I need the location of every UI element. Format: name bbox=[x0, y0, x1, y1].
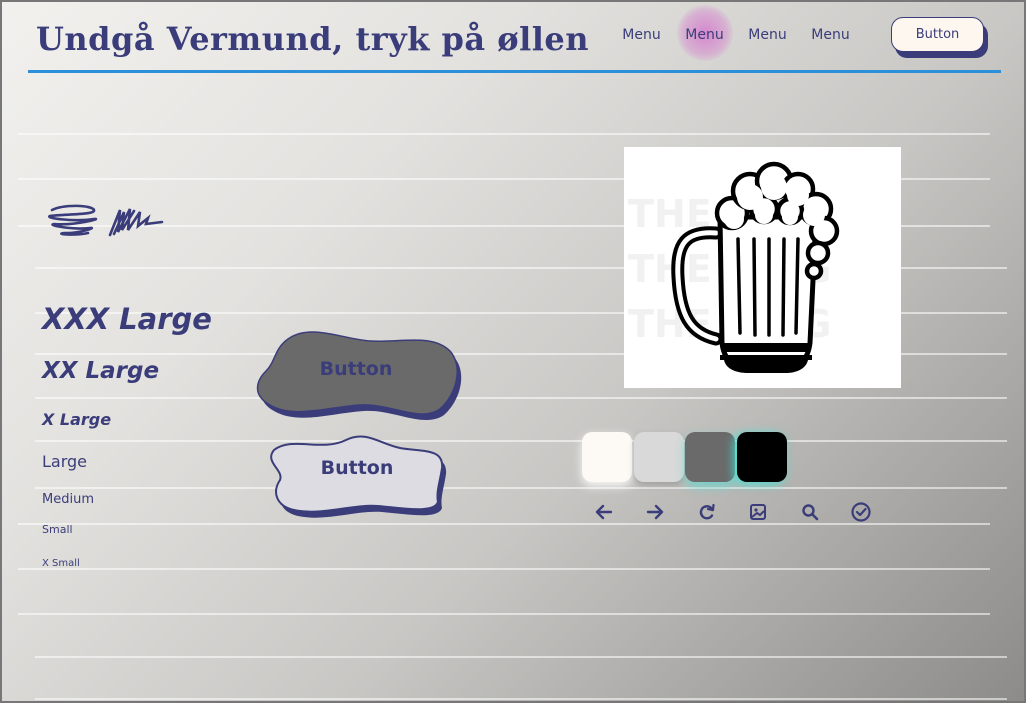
background-line bbox=[35, 698, 1007, 700]
outline-button-label: Button bbox=[320, 457, 394, 479]
nav-label: Menu bbox=[622, 27, 661, 43]
scribble-decoration bbox=[48, 204, 164, 237]
background-line bbox=[35, 397, 1007, 399]
text-xx-large: XX Large bbox=[42, 358, 160, 384]
color-palette bbox=[582, 432, 788, 482]
background-line bbox=[18, 133, 990, 135]
swatch-light-gray bbox=[633, 432, 684, 482]
arrow-left-icon[interactable] bbox=[578, 499, 630, 525]
nav-label: Menu bbox=[811, 27, 850, 43]
outline-blob-button[interactable]: Button bbox=[262, 430, 452, 522]
nav-item-2[interactable]: Menu bbox=[673, 5, 736, 61]
nav-item-3[interactable]: Menu bbox=[736, 27, 799, 43]
top-nav: Menu Menu Menu Menu bbox=[610, 5, 862, 61]
filled-blob-button[interactable]: Button bbox=[250, 325, 462, 420]
image-icon[interactable] bbox=[733, 499, 785, 525]
text-small: Small bbox=[42, 523, 73, 536]
check-circle-icon[interactable] bbox=[836, 499, 888, 525]
beer-mug-image: THE KING THE KING THE KING bbox=[624, 147, 901, 388]
nav-label: Menu bbox=[685, 27, 724, 43]
text-medium: Medium bbox=[42, 492, 94, 507]
header-button[interactable]: Button bbox=[891, 17, 984, 52]
icon-toolbar bbox=[578, 499, 887, 525]
arrow-right-icon[interactable] bbox=[630, 499, 682, 525]
swatch-gray bbox=[685, 432, 735, 482]
background-line bbox=[35, 656, 1007, 658]
text-large: Large bbox=[42, 452, 88, 471]
beer-mug-icon: THE KING THE KING THE KING bbox=[628, 161, 840, 373]
nav-item-4[interactable]: Menu bbox=[799, 27, 862, 43]
nav-label: Menu bbox=[748, 27, 787, 43]
background-line bbox=[35, 487, 1007, 489]
swatch-cream bbox=[582, 432, 632, 482]
search-icon[interactable] bbox=[784, 499, 836, 525]
background-line bbox=[18, 568, 990, 570]
text-x-small: X Small bbox=[42, 558, 80, 569]
filled-button-label: Button bbox=[319, 358, 393, 380]
refresh-icon[interactable] bbox=[681, 499, 733, 525]
nav-item-1[interactable]: Menu bbox=[610, 27, 673, 43]
text-xxx-large: XXX Large bbox=[42, 302, 212, 336]
swatch-black bbox=[736, 432, 787, 482]
background-line bbox=[35, 440, 1007, 442]
page-title: Undgå Vermund, tryk på øllen bbox=[36, 20, 590, 58]
text-x-large: X Large bbox=[42, 410, 112, 429]
background-line bbox=[18, 613, 990, 615]
header-divider bbox=[28, 70, 1001, 73]
